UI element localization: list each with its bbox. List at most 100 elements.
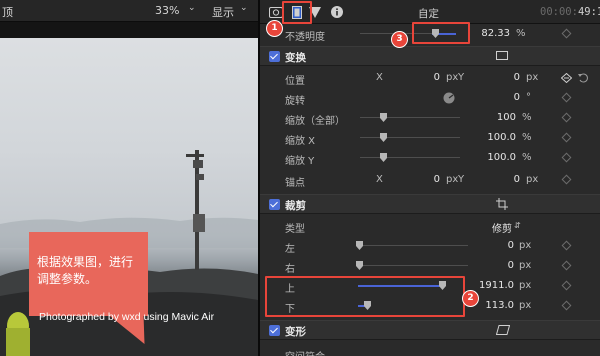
viewer-panel: 顶 33% ⌄ 显示 ⌄ 根据效果图，进行调整参数。 Photographed … xyxy=(0,0,258,356)
crop-left-row: 左 0 px xyxy=(260,236,600,256)
display-menu[interactable]: 显示 xyxy=(212,4,234,20)
scale-x-slider-track[interactable] xyxy=(360,137,460,138)
rotation-unit: ° xyxy=(526,92,531,103)
scale-all-slider-track[interactable] xyxy=(360,117,460,118)
crop-right-slider-knob[interactable] xyxy=(356,261,363,270)
distort-icon[interactable] xyxy=(496,325,510,335)
crop-left-slider-knob[interactable] xyxy=(356,241,363,250)
crop-left-unit: px xyxy=(519,240,532,251)
crop-right-row: 右 0 px xyxy=(260,256,600,276)
keyframe-diamond-icon[interactable] xyxy=(561,28,572,39)
crop-title: 裁剪 xyxy=(285,200,306,212)
crop-checkbox[interactable] xyxy=(269,199,280,210)
crop-right-value[interactable]: 0 xyxy=(474,260,514,271)
next-section-label: 空间符合 xyxy=(285,348,325,356)
crop-bottom-unit: px xyxy=(519,300,532,311)
keyframe-diamond-icon[interactable] xyxy=(561,280,572,291)
scale-x-row: 缩放 X 100.0 % xyxy=(260,128,600,148)
keyframe-diamond-icon[interactable] xyxy=(561,260,572,271)
highlight-box-1 xyxy=(282,1,312,24)
keyframe-diamond-icon[interactable] xyxy=(561,152,572,163)
zoom-menu[interactable]: 33% xyxy=(155,4,179,17)
keyframe-diamond-icon[interactable] xyxy=(561,132,572,143)
scale-y-slider-knob[interactable] xyxy=(380,153,387,162)
viewer-label: 顶 xyxy=(2,6,13,19)
scale-y-label: 缩放 Y xyxy=(285,156,315,167)
scale-all-label: 缩放（全部） xyxy=(285,116,345,127)
info-icon[interactable] xyxy=(330,4,344,20)
reset-icon[interactable] xyxy=(578,73,588,83)
position-x-axis: X xyxy=(376,72,383,83)
scale-all-value[interactable]: 100 xyxy=(470,112,516,123)
anchor-x-axis: X xyxy=(376,174,383,185)
keyframe-diamond-icon[interactable] xyxy=(561,92,572,103)
timecode-prefix: 00:00: xyxy=(540,6,578,18)
position-label: 位置 xyxy=(285,76,305,87)
keyframe-diamond-icon[interactable] xyxy=(561,300,572,311)
crop-top-value[interactable]: 1911.0 xyxy=(468,280,514,291)
opacity-unit: % xyxy=(516,28,526,39)
crop-icon[interactable] xyxy=(496,198,508,210)
callout-text: 根据效果图，进行调整参数。 xyxy=(37,255,134,286)
highlight-box-2 xyxy=(265,276,465,317)
opacity-value[interactable]: 82.33 xyxy=(466,28,510,39)
position-y-axis: Y xyxy=(458,72,465,83)
annotation-callout: 根据效果图，进行调整参数。 xyxy=(29,232,148,316)
position-x-unit: px xyxy=(446,72,459,83)
annotation-badge-3: 3 xyxy=(392,32,407,47)
position-y-unit: px xyxy=(526,72,539,83)
transform-title: 变换 xyxy=(285,52,306,64)
highlight-box-3 xyxy=(412,22,470,44)
video-frame[interactable]: 根据效果图，进行调整参数。 xyxy=(0,38,258,356)
rotation-value[interactable]: 0 xyxy=(480,92,520,103)
timecode: 00:00:49:11 xyxy=(540,6,600,18)
inspector-title: 自定 xyxy=(418,8,439,20)
anchor-x-value[interactable]: 0 xyxy=(400,174,440,185)
position-y-value[interactable]: 0 xyxy=(480,72,520,83)
transform-section-header[interactable]: 变换 xyxy=(260,46,600,66)
keyframe-diamond-icon[interactable] xyxy=(561,240,572,251)
anchor-y-value[interactable]: 0 xyxy=(480,174,520,185)
keyframe-diamond-icon[interactable] xyxy=(561,174,572,185)
crop-right-slider-track[interactable] xyxy=(358,265,468,266)
crop-type-select[interactable]: 修剪 xyxy=(460,220,512,235)
keyframe-add-icon[interactable] xyxy=(561,73,572,83)
scale-y-value[interactable]: 100.0 xyxy=(470,152,516,163)
scale-x-value[interactable]: 100.0 xyxy=(470,132,516,143)
next-section-row: 空间符合 xyxy=(260,344,600,356)
keyframe-diamond-icon[interactable] xyxy=(561,112,572,123)
annotation-badge-2: 2 xyxy=(463,291,478,306)
timecode-value: 49:11 xyxy=(577,6,600,18)
crop-left-value[interactable]: 0 xyxy=(474,240,514,251)
scale-y-slider-track[interactable] xyxy=(360,157,460,158)
anchor-y-unit: px xyxy=(526,174,539,185)
chevron-updown-icon[interactable]: ⇵ xyxy=(514,221,521,230)
anchor-y-axis: Y xyxy=(458,174,465,185)
scale-all-unit: % xyxy=(522,112,532,123)
transform-rect-icon[interactable] xyxy=(496,51,508,61)
scale-x-slider-knob[interactable] xyxy=(380,133,387,142)
crop-top-unit: px xyxy=(519,280,532,291)
crop-left-slider-track[interactable] xyxy=(358,245,468,246)
chevron-down-icon[interactable]: ⌄ xyxy=(188,3,196,13)
scale-y-unit: % xyxy=(522,152,532,163)
position-row: 位置 X 0 px Y 0 px xyxy=(260,68,600,88)
annotation-badge-1: 1 xyxy=(267,21,282,36)
scale-all-row: 缩放（全部） 100 % xyxy=(260,108,600,128)
distort-section-header[interactable]: 变形 xyxy=(260,320,600,340)
transform-checkbox[interactable] xyxy=(269,51,280,62)
anchor-row: 锚点 X 0 px Y 0 px xyxy=(260,170,600,190)
chevron-down-icon[interactable]: ⌄ xyxy=(240,3,248,13)
anchor-x-unit: px xyxy=(446,174,459,185)
scale-x-label: 缩放 X xyxy=(285,136,316,147)
distort-checkbox[interactable] xyxy=(269,325,280,336)
scale-all-slider-knob[interactable] xyxy=(380,113,387,122)
crop-right-unit: px xyxy=(519,260,532,271)
position-x-value[interactable]: 0 xyxy=(400,72,440,83)
anchor-label: 锚点 xyxy=(285,178,305,189)
crop-section-header[interactable]: 裁剪 xyxy=(260,194,600,214)
crop-type-row: 类型 修剪 ⇵ xyxy=(260,216,600,236)
rotation-dial-icon[interactable] xyxy=(443,92,455,104)
viewer-toolbar: 顶 33% ⌄ 显示 ⌄ xyxy=(0,0,258,22)
scale-y-row: 缩放 Y 100.0 % xyxy=(260,148,600,168)
